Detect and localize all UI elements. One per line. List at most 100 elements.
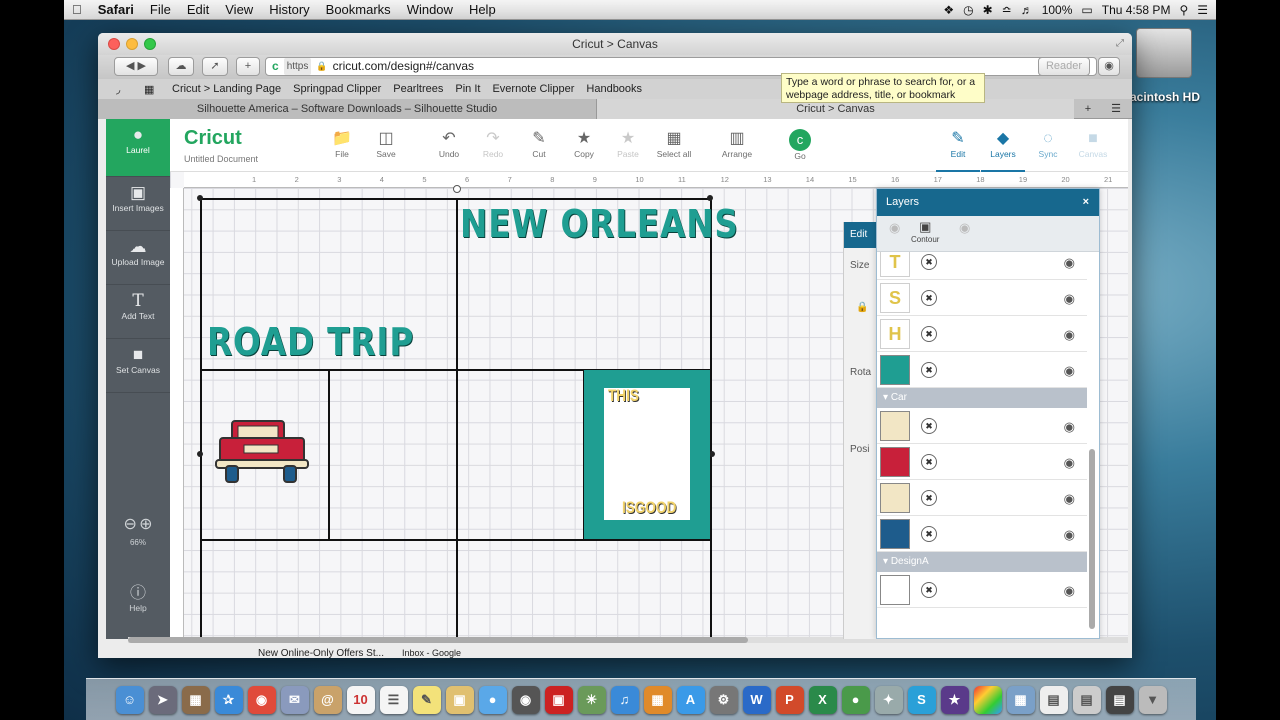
arrange-button[interactable]: ▥ Arrange <box>715 129 759 159</box>
excel-icon[interactable]: X <box>808 685 837 714</box>
stack-icon[interactable]: ▤ <box>1105 685 1134 714</box>
tab-silhouette[interactable]: Silhouette America – Software Downloads … <box>98 99 596 119</box>
bookmark-item[interactable]: Evernote Clipper <box>492 83 574 95</box>
layer-row[interactable]: S ✖ ◉ <box>877 280 1087 316</box>
save-button[interactable]: ◫ Save <box>364 129 408 159</box>
photo-booth-icon[interactable]: ▣ <box>544 685 573 714</box>
reading-list-icon[interactable]: ◞ <box>116 83 120 96</box>
wifi-icon[interactable]: ≏ <box>1002 3 1012 17</box>
layer-row[interactable]: ✖ ◉ <box>877 444 1087 480</box>
reminders-icon[interactable]: ☰ <box>379 685 408 714</box>
icloud-tabs-icon[interactable]: ☁ <box>168 57 194 76</box>
attach-icon[interactable]: ✖ <box>921 490 937 506</box>
go-button[interactable]: c Go <box>778 129 822 161</box>
copy-button[interactable]: ★ Copy <box>562 129 606 159</box>
imovie-icon[interactable]: ★ <box>940 685 969 714</box>
bookmark-item[interactable]: Pearltrees <box>393 83 443 95</box>
visibility-eye-icon[interactable]: ◉ <box>1064 363 1075 379</box>
visibility-eye-icon[interactable]: ◉ <box>1064 455 1075 471</box>
menu-bookmarks[interactable]: Bookmarks <box>318 0 399 20</box>
layers-panel-button[interactable]: ◆ Layers <box>981 129 1025 172</box>
trash-icon[interactable]: ▼ <box>1138 685 1167 714</box>
lock-icon[interactable]: 🔒 <box>856 302 868 313</box>
evernote-icon[interactable]: ● <box>841 685 870 714</box>
zoom-in-icon[interactable]: ⊕ <box>139 516 152 533</box>
preview-icon[interactable]: ▣ <box>445 685 474 714</box>
minimize-window-button[interactable] <box>126 38 138 50</box>
layer-row[interactable]: H ✖ ◉ <box>877 316 1087 352</box>
system-preferences-icon[interactable]: ⚙ <box>709 685 738 714</box>
attach-icon[interactable]: ✖ <box>921 582 937 598</box>
clock[interactable]: Thu 4:58 PM <box>1102 3 1171 17</box>
menu-help[interactable]: Help <box>461 0 504 20</box>
app-store-icon[interactable]: A <box>676 685 705 714</box>
dropbox-icon[interactable]: ❖ <box>943 3 954 17</box>
edit-panel-button[interactable]: ✎ Edit <box>936 129 980 172</box>
card-text-is-good[interactable]: ISGOOD <box>622 498 676 518</box>
redo-button[interactable]: ↷ Redo <box>471 129 515 159</box>
utility-icon[interactable]: ✦ <box>874 685 903 714</box>
applications-folder-icon[interactable]: ▦ <box>1006 685 1035 714</box>
zoom-out-icon[interactable]: ⊖ <box>123 516 136 533</box>
notification-center-icon[interactable]: ☰ <box>1197 3 1208 17</box>
canvas-panel-button[interactable]: ■ Canvas <box>1071 129 1115 159</box>
facetime-icon[interactable]: ◉ <box>511 685 540 714</box>
launchpad-icon[interactable]: ➤ <box>148 685 177 714</box>
layers-scrollbar[interactable] <box>1089 449 1095 629</box>
insert-images-button[interactable]: ▣ Insert Images <box>106 177 170 231</box>
dashboard-icon[interactable]: ▦ <box>181 685 210 714</box>
close-icon[interactable]: × <box>1083 189 1089 216</box>
add-text-button[interactable]: T Add Text <box>106 285 170 339</box>
paste-button[interactable]: ★ Paste <box>606 129 650 159</box>
bookmark-item[interactable]: Springpad Clipper <box>293 83 381 95</box>
reader-button[interactable]: Reader <box>1038 57 1090 76</box>
menu-file[interactable]: File <box>142 0 179 20</box>
downloads-icon[interactable]: ◉ <box>1098 57 1120 76</box>
visibility-eye-icon[interactable]: ◉ <box>1064 419 1075 435</box>
car-image[interactable] <box>212 416 312 496</box>
help-button[interactable]: ⓘ Help <box>106 579 170 613</box>
fullscreen-icon[interactable]: ⤢ <box>1116 33 1124 55</box>
undo-button[interactable]: ↶ Undo <box>427 129 471 159</box>
contacts-icon[interactable]: @ <box>313 685 342 714</box>
visibility-eye-icon[interactable]: ◉ <box>1064 583 1075 599</box>
top-sites-icon[interactable]: ▦ <box>144 83 154 96</box>
chrome-icon[interactable]: ◉ <box>247 685 276 714</box>
hard-drive-icon[interactable] <box>1136 28 1192 78</box>
notes-icon[interactable]: ✎ <box>412 685 441 714</box>
downloads-folder-icon[interactable]: ▤ <box>1072 685 1101 714</box>
visibility-eye-icon[interactable]: ◉ <box>1064 255 1075 271</box>
documents-folder-icon[interactable]: ▤ <box>1039 685 1068 714</box>
back-forward-button[interactable]: ◀ ▶ <box>114 57 158 76</box>
skype-icon[interactable]: S <box>907 685 936 714</box>
road-trip-title[interactable]: ROAD TRIP <box>207 320 414 364</box>
menu-view[interactable]: View <box>217 0 261 20</box>
time-machine-icon[interactable]: ◷ <box>963 3 973 17</box>
attach-icon[interactable]: ✖ <box>921 326 937 342</box>
new-orleans-title[interactable]: NEW ORLEANS <box>460 202 739 246</box>
layer-group-header[interactable]: ▾ Car <box>877 388 1087 408</box>
selection-handle[interactable] <box>197 451 203 457</box>
iphoto-icon[interactable]: ☀ <box>577 685 606 714</box>
layer-row[interactable]: ✖ ◉ <box>877 572 1087 608</box>
new-tab-button[interactable]: + <box>236 57 260 76</box>
ibooks-icon[interactable]: ▦ <box>643 685 672 714</box>
bluetooth-icon[interactable]: ✱ <box>983 3 993 17</box>
layer-row[interactable]: ✖ ◉ <box>877 408 1087 444</box>
attach-icon[interactable]: ✖ <box>921 254 937 270</box>
tab-overview-icon[interactable]: ☰ <box>1102 99 1130 119</box>
document-name[interactable]: Untitled Document <box>184 154 258 164</box>
select-all-button[interactable]: ▦ Select all <box>652 129 696 159</box>
word-icon[interactable]: W <box>742 685 771 714</box>
layer-row[interactable]: ✖ ◉ <box>877 480 1087 516</box>
card-text-this[interactable]: THIS <box>608 386 639 406</box>
powerpoint-icon[interactable]: P <box>775 685 804 714</box>
file-button[interactable]: 📁 File <box>320 129 364 159</box>
contour-button[interactable]: ▣ Contour <box>911 219 939 244</box>
menu-edit[interactable]: Edit <box>179 0 217 20</box>
visibility-eye-icon[interactable]: ◉ <box>1064 327 1075 343</box>
selection-handle[interactable] <box>197 195 203 201</box>
group-icon[interactable]: ◉ <box>889 220 900 236</box>
attach-icon[interactable]: ✖ <box>921 362 937 378</box>
layer-group-header[interactable]: ▾ DesignA <box>877 552 1087 572</box>
